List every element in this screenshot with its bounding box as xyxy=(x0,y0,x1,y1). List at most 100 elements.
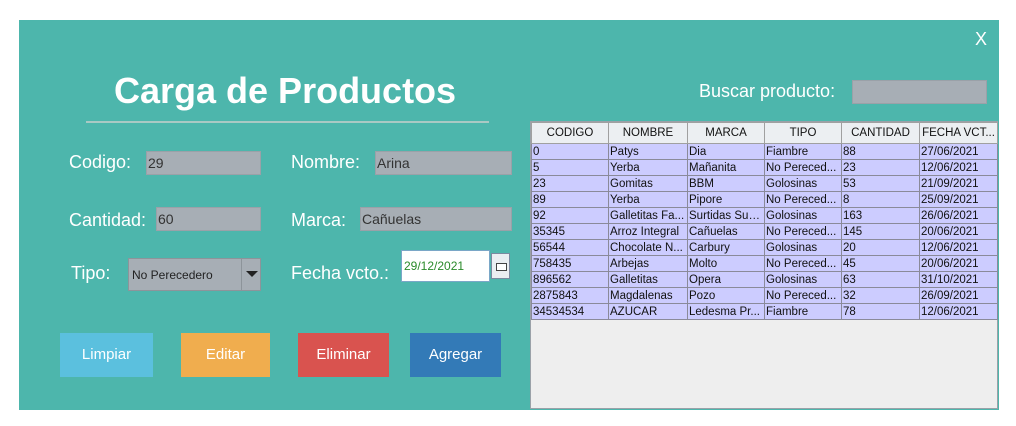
tipo-select[interactable]: No Perecedero xyxy=(128,258,261,291)
table-cell[interactable]: Galletitas xyxy=(608,271,688,288)
table-cell[interactable]: Pozo xyxy=(687,287,765,304)
table-row[interactable]: 34534534 AZUCAR Ledesma Pr... Fiambre 78 12/0… xyxy=(531,303,998,320)
table-cell[interactable]: Cañuelas xyxy=(687,223,765,240)
table-cell[interactable]: Opera xyxy=(687,271,765,288)
table-row[interactable]: 23 Gomitas BBM Golosinas 53 21/09/2021 xyxy=(531,175,998,192)
editar-button[interactable]: Editar xyxy=(181,333,270,377)
table-cell[interactable]: Arbejas xyxy=(608,255,688,272)
table-cell[interactable]: 26/09/2021 xyxy=(919,287,998,304)
table-cell[interactable]: Arroz Integral xyxy=(608,223,688,240)
table-cell[interactable]: BBM xyxy=(687,175,765,192)
cantidad-field[interactable]: 60 xyxy=(156,207,261,231)
close-button[interactable]: X xyxy=(975,29,987,50)
table-cell[interactable]: Golosinas xyxy=(764,175,842,192)
table-cell[interactable]: Patys xyxy=(608,143,688,160)
table-cell[interactable]: 163 xyxy=(841,207,920,224)
agregar-button[interactable]: Agregar xyxy=(410,333,501,377)
table-cell[interactable]: 23 xyxy=(531,175,609,192)
table-cell[interactable]: No Pereced... xyxy=(764,159,842,176)
table-row[interactable]: 92 Galletitas Fa... Surtidas Super Golosina… xyxy=(531,207,998,224)
codigo-field[interactable]: 29 xyxy=(146,151,261,175)
column-header[interactable]: FECHA VCT... xyxy=(919,122,998,144)
column-header[interactable]: CANTIDAD xyxy=(841,122,920,144)
table-cell[interactable]: 12/06/2021 xyxy=(919,159,998,176)
table-cell[interactable]: Yerba xyxy=(608,191,688,208)
table-row[interactable]: 0 Patys Dia Fiambre 88 27/06/2021 xyxy=(531,143,998,160)
table-cell[interactable]: Carbury xyxy=(687,239,765,256)
table-cell[interactable]: 27/06/2021 xyxy=(919,143,998,160)
table-row[interactable]: 5 Yerba Mañanita No Pereced... 23 12/06/2021 xyxy=(531,159,998,176)
column-header[interactable]: CODIGO xyxy=(531,122,609,144)
table-cell[interactable]: 8 xyxy=(841,191,920,208)
table-cell[interactable]: 145 xyxy=(841,223,920,240)
table-cell[interactable]: 26/06/2021 xyxy=(919,207,998,224)
column-header[interactable]: NOMBRE xyxy=(608,122,688,144)
table-cell[interactable]: Yerba xyxy=(608,159,688,176)
table-cell[interactable]: Golosinas xyxy=(764,271,842,288)
table-row[interactable]: 56544 Chocolate N... Carbury Golosinas 20 12/… xyxy=(531,239,998,256)
table-cell[interactable]: 23 xyxy=(841,159,920,176)
marca-field[interactable]: Cañuelas xyxy=(360,207,512,231)
table-row[interactable]: 2875843 Magdalenas Pozo No Pereced... 32 26/0… xyxy=(531,287,998,304)
table-cell[interactable]: 0 xyxy=(531,143,609,160)
chevron-down-icon[interactable] xyxy=(241,259,261,290)
table-row[interactable]: 35345 Arroz Integral Cañuelas No Pereced...… xyxy=(531,223,998,240)
table-cell[interactable]: 12/06/2021 xyxy=(919,303,998,320)
table-cell[interactable]: No Pereced... xyxy=(764,255,842,272)
table-cell[interactable]: 32 xyxy=(841,287,920,304)
table-cell[interactable]: 20/06/2021 xyxy=(919,223,998,240)
table-cell[interactable]: No Pereced... xyxy=(764,191,842,208)
column-header[interactable]: TIPO xyxy=(764,122,842,144)
table-cell[interactable]: 34534534 xyxy=(531,303,609,320)
table-cell[interactable]: 12/06/2021 xyxy=(919,239,998,256)
table-cell[interactable]: Molto xyxy=(687,255,765,272)
calendar-icon[interactable] xyxy=(491,253,510,279)
table-cell[interactable]: 20 xyxy=(841,239,920,256)
table-cell[interactable]: 758435 xyxy=(531,255,609,272)
table-cell[interactable]: 20/06/2021 xyxy=(919,255,998,272)
product-window: X Carga de Productos Buscar producto: Co… xyxy=(19,20,999,410)
search-input[interactable] xyxy=(852,80,987,104)
nombre-field[interactable]: Arina xyxy=(375,151,512,175)
table-cell[interactable]: 35345 xyxy=(531,223,609,240)
table-cell[interactable]: Fiambre xyxy=(764,303,842,320)
table-cell[interactable]: 92 xyxy=(531,207,609,224)
eliminar-button[interactable]: Eliminar xyxy=(298,333,389,377)
table-cell[interactable]: No Pereced... xyxy=(764,287,842,304)
table-cell[interactable]: No Pereced... xyxy=(764,223,842,240)
table-cell[interactable]: 896562 xyxy=(531,271,609,288)
table-cell[interactable]: 25/09/2021 xyxy=(919,191,998,208)
table-cell[interactable]: 88 xyxy=(841,143,920,160)
table-cell[interactable]: Chocolate N... xyxy=(608,239,688,256)
table-cell[interactable]: Golosinas xyxy=(764,207,842,224)
table-cell[interactable]: 31/10/2021 xyxy=(919,271,998,288)
table-cell[interactable]: Surtidas Super xyxy=(687,207,765,224)
table-row[interactable]: 89 Yerba Pipore No Pereced... 8 25/09/2021 xyxy=(531,191,998,208)
table-cell[interactable]: Ledesma Pr... xyxy=(687,303,765,320)
limpiar-button[interactable]: Limpiar xyxy=(60,333,153,377)
table-cell[interactable]: 53 xyxy=(841,175,920,192)
table-cell[interactable]: 45 xyxy=(841,255,920,272)
table-cell[interactable]: Pipore xyxy=(687,191,765,208)
table-cell[interactable]: 78 xyxy=(841,303,920,320)
table-row[interactable]: 896562 Galletitas Opera Golosinas 63 31/10/20… xyxy=(531,271,998,288)
table-cell[interactable]: 5 xyxy=(531,159,609,176)
table-cell[interactable]: Gomitas xyxy=(608,175,688,192)
table-cell[interactable]: AZUCAR xyxy=(608,303,688,320)
tipo-selected-value: No Perecedero xyxy=(132,268,213,282)
table-cell[interactable]: 63 xyxy=(841,271,920,288)
table-cell[interactable]: Dia xyxy=(687,143,765,160)
table-cell[interactable]: 2875843 xyxy=(531,287,609,304)
table-cell[interactable]: 21/09/2021 xyxy=(919,175,998,192)
table-cell[interactable]: Mañanita xyxy=(687,159,765,176)
table-cell[interactable]: Galletitas Fa... xyxy=(608,207,688,224)
table-row[interactable]: 758435 Arbejas Molto No Pereced... 45 20/06/2… xyxy=(531,255,998,272)
table-cell[interactable]: 56544 xyxy=(531,239,609,256)
fecha-field[interactable]: 29/12/2021 xyxy=(401,250,490,282)
table-cell[interactable]: Golosinas xyxy=(764,239,842,256)
table-cell[interactable]: Fiambre xyxy=(764,143,842,160)
search-label: Buscar producto: xyxy=(699,81,836,101)
table-cell[interactable]: Magdalenas xyxy=(608,287,688,304)
column-header[interactable]: MARCA xyxy=(687,122,765,144)
table-cell[interactable]: 89 xyxy=(531,191,609,208)
